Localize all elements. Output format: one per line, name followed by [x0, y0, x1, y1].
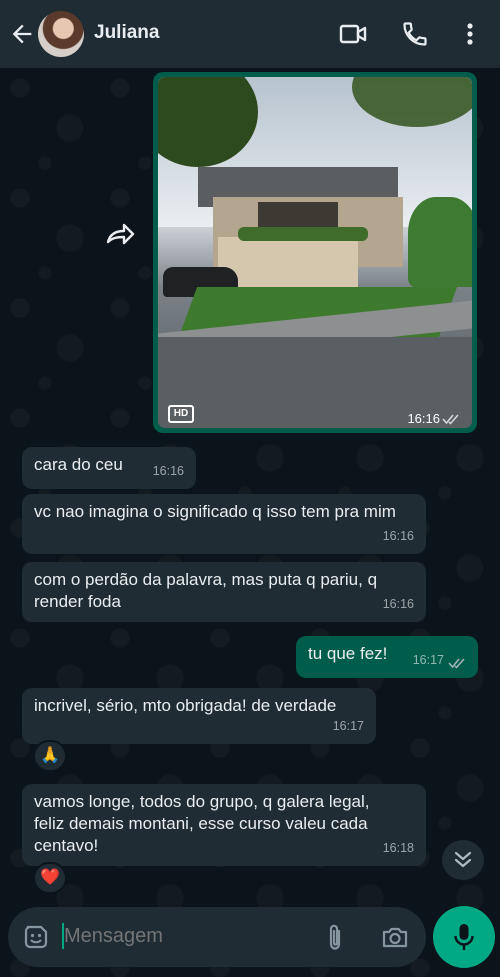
- message-text: incrivel, sério, mto obrigada! de verdad…: [34, 696, 337, 715]
- read-ticks-icon: [448, 658, 465, 669]
- message-text: com o perdão da palavra, mas puta q pari…: [34, 570, 378, 611]
- message-text: tu que fez!: [308, 644, 388, 663]
- message-time: 16:16: [382, 529, 414, 543]
- contact-avatar[interactable]: [38, 11, 84, 57]
- message-text: vc nao imagina o significado q isso tem …: [34, 502, 396, 521]
- message-time: 16:18: [382, 841, 414, 855]
- message-time: 16:16: [382, 597, 414, 611]
- phone-call-icon[interactable]: [400, 20, 430, 48]
- reaction-badge[interactable]: ❤️: [33, 862, 67, 894]
- message-input[interactable]: [64, 925, 304, 948]
- hd-badge: HD: [168, 405, 194, 423]
- sticker-emoji-icon[interactable]: [22, 923, 50, 951]
- message-time: 16:17: [332, 719, 364, 733]
- scroll-to-bottom-button[interactable]: [442, 840, 484, 880]
- message-text: cara do ceu: [34, 455, 123, 474]
- incoming-message[interactable]: com o perdão da palavra, mas puta q pari…: [22, 562, 426, 622]
- message-composer: [8, 907, 426, 967]
- message-text: vamos longe, todos do grupo, q galera le…: [34, 792, 370, 855]
- incoming-message[interactable]: vc nao imagina o significado q isso tem …: [22, 494, 426, 554]
- microphone-icon: [454, 924, 474, 950]
- message-time: 16:16: [407, 411, 440, 426]
- back-arrow-icon[interactable]: [8, 20, 36, 48]
- message-time: 16:17: [412, 653, 444, 667]
- incoming-message[interactable]: incrivel, sério, mto obrigada! de verdad…: [22, 688, 376, 744]
- chat-header: Juliana: [0, 0, 500, 68]
- outgoing-message[interactable]: tu que fez! 16:17: [296, 636, 478, 678]
- message-time: 16:16: [152, 464, 184, 478]
- voice-message-button[interactable]: [433, 906, 495, 968]
- contact-name[interactable]: Juliana: [94, 22, 159, 44]
- forward-icon[interactable]: [100, 216, 140, 252]
- incoming-message[interactable]: vamos longe, todos do grupo, q galera le…: [22, 784, 426, 866]
- double-chevron-down-icon: [454, 851, 472, 868]
- video-call-icon[interactable]: [338, 20, 368, 48]
- house-render-image[interactable]: HD 16:16: [158, 77, 472, 428]
- image-message[interactable]: HD 16:16: [153, 72, 477, 433]
- camera-icon[interactable]: [380, 923, 410, 951]
- incoming-message[interactable]: cara do ceu 16:16: [22, 447, 196, 489]
- paperclip-icon[interactable]: [324, 922, 346, 952]
- reaction-badge[interactable]: 🙏: [33, 740, 67, 772]
- more-options-icon[interactable]: [458, 20, 482, 48]
- read-ticks-icon: [442, 414, 459, 425]
